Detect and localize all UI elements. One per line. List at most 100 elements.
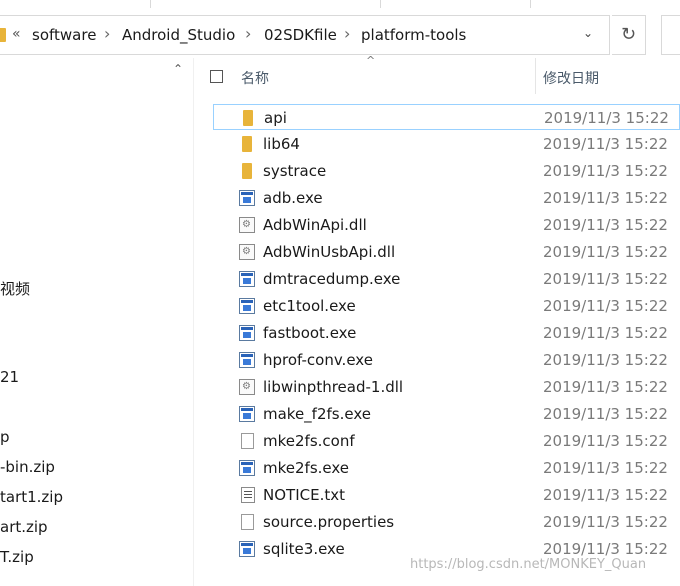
exe-icon xyxy=(239,271,255,287)
breadcrumb-overflow-button[interactable]: « xyxy=(12,26,21,42)
file-name: source.properties xyxy=(263,513,395,531)
file-row[interactable]: mke2fs.exe 2019/11/3 15:22 xyxy=(213,455,680,481)
scroll-up-icon[interactable]: ⌃ xyxy=(173,62,183,76)
folder-icon xyxy=(242,163,252,179)
file-date-modified: 2019/11/3 15:22 xyxy=(543,432,668,450)
address-bar[interactable]: « software › Android_Studio › 02SDKfile … xyxy=(0,15,610,55)
navigation-pane[interactable]: ⌃ 视频 21 p -bin.zip tart1.zip art.zip T.z… xyxy=(0,58,193,586)
file-name: etc1tool.exe xyxy=(263,297,356,315)
file-row[interactable]: adb.exe 2019/11/3 15:22 xyxy=(213,185,680,211)
file-date-modified: 2019/11/3 15:22 xyxy=(543,243,668,261)
file-icon xyxy=(241,433,254,449)
file-row[interactable]: libwinpthread-1.dll 2019/11/3 15:22 xyxy=(213,374,680,400)
column-resize-handle[interactable] xyxy=(535,58,536,94)
file-date-modified: 2019/11/3 15:22 xyxy=(543,486,668,504)
file-row[interactable]: systrace 2019/11/3 15:22 xyxy=(213,158,680,184)
file-name: libwinpthread-1.dll xyxy=(263,378,404,396)
exe-icon xyxy=(239,325,255,341)
file-date-modified: 2019/11/3 15:22 xyxy=(543,405,668,423)
file-row[interactable]: hprof-conv.exe 2019/11/3 15:22 xyxy=(213,347,680,373)
exe-icon xyxy=(239,541,255,557)
file-date-modified: 2019/11/3 15:22 xyxy=(543,297,668,315)
file-date-modified: 2019/11/3 15:22 xyxy=(543,135,668,153)
file-row[interactable]: lib64 2019/11/3 15:22 xyxy=(213,131,680,157)
chevron-down-icon[interactable]: ⌄ xyxy=(583,26,593,40)
exe-icon xyxy=(239,460,255,476)
nav-item[interactable]: 21 xyxy=(0,368,19,386)
folder-icon xyxy=(0,28,6,42)
search-input[interactable] xyxy=(661,15,680,55)
file-date-modified: 2019/11/3 15:22 xyxy=(543,459,668,477)
file-name: make_f2fs.exe xyxy=(263,405,371,423)
file-date-modified: 2019/11/3 15:22 xyxy=(543,324,668,342)
file-row[interactable]: fastboot.exe 2019/11/3 15:22 xyxy=(213,320,680,346)
file-date-modified: 2019/11/3 15:22 xyxy=(543,162,668,180)
file-row[interactable]: api 2019/11/3 15:22 xyxy=(213,104,680,130)
file-row[interactable]: NOTICE.txt 2019/11/3 15:22 xyxy=(213,482,680,508)
ribbon-divider xyxy=(380,0,381,8)
dll-icon xyxy=(239,244,255,260)
file-name: NOTICE.txt xyxy=(263,486,345,504)
sort-ascending-icon: ^ xyxy=(366,54,376,67)
breadcrumb-item-android-studio[interactable]: Android_Studio xyxy=(122,26,235,44)
column-header-date-modified[interactable]: 修改日期 xyxy=(543,68,599,88)
chevron-right-icon[interactable]: › xyxy=(245,24,251,43)
file-name: mke2fs.conf xyxy=(263,432,355,450)
ribbon-divider xyxy=(530,0,531,8)
file-icon xyxy=(241,514,254,530)
pane-divider[interactable] xyxy=(193,58,194,586)
file-row[interactable]: dmtracedump.exe 2019/11/3 15:22 xyxy=(213,266,680,292)
file-date-modified: 2019/11/3 15:22 xyxy=(543,351,668,369)
file-row[interactable]: make_f2fs.exe 2019/11/3 15:22 xyxy=(213,401,680,427)
file-date-modified: 2019/11/3 15:22 xyxy=(543,189,668,207)
dll-icon xyxy=(239,379,255,395)
dll-icon xyxy=(239,217,255,233)
file-date-modified: 2019/11/3 15:22 xyxy=(543,216,668,234)
breadcrumb-item-02sdkfile[interactable]: 02SDKfile xyxy=(264,26,337,44)
watermark: https://blog.csdn.net/MONKEY_Quan xyxy=(410,557,647,572)
file-date-modified: 2019/11/3 15:22 xyxy=(543,540,668,558)
file-row[interactable]: source.properties 2019/11/3 15:22 xyxy=(213,509,680,535)
file-name: api xyxy=(264,109,287,127)
file-name: fastboot.exe xyxy=(263,324,357,342)
file-date-modified: 2019/11/3 15:22 xyxy=(543,378,668,396)
file-date-modified: 2019/11/3 15:22 xyxy=(543,270,668,288)
ribbon-strip xyxy=(0,0,680,8)
chevron-right-icon[interactable]: › xyxy=(104,24,110,43)
file-name: systrace xyxy=(263,162,327,180)
file-row[interactable]: etc1tool.exe 2019/11/3 15:22 xyxy=(213,293,680,319)
chevron-right-icon[interactable]: › xyxy=(344,24,350,43)
file-name: sqlite3.exe xyxy=(263,540,345,558)
exe-icon xyxy=(239,190,255,206)
exe-icon xyxy=(239,352,255,368)
file-name: dmtracedump.exe xyxy=(263,270,401,288)
file-row[interactable]: AdbWinUsbApi.dll 2019/11/3 15:22 xyxy=(213,239,680,265)
file-row[interactable]: AdbWinApi.dll 2019/11/3 15:22 xyxy=(213,212,680,238)
file-date-modified: 2019/11/3 15:22 xyxy=(544,109,669,127)
text-file-icon xyxy=(241,487,255,503)
breadcrumb-item-platform-tools[interactable]: platform-tools xyxy=(361,26,466,44)
nav-item[interactable]: tart1.zip xyxy=(0,488,63,506)
file-row[interactable]: mke2fs.conf 2019/11/3 15:22 xyxy=(213,428,680,454)
file-name: lib64 xyxy=(263,135,300,153)
file-name: mke2fs.exe xyxy=(263,459,350,477)
file-name: hprof-conv.exe xyxy=(263,351,373,369)
nav-item[interactable]: p xyxy=(0,428,10,446)
file-name: adb.exe xyxy=(263,189,323,207)
exe-icon xyxy=(239,298,255,314)
column-header-name[interactable]: 名称 xyxy=(241,68,269,88)
file-name: AdbWinApi.dll xyxy=(263,216,367,234)
breadcrumb-item-software[interactable]: software xyxy=(32,26,96,44)
folder-icon xyxy=(243,110,253,126)
file-name: AdbWinUsbApi.dll xyxy=(263,243,396,261)
file-date-modified: 2019/11/3 15:22 xyxy=(543,513,668,531)
select-all-checkbox[interactable] xyxy=(210,70,223,83)
exe-icon xyxy=(239,406,255,422)
refresh-button[interactable]: ↻ xyxy=(612,15,646,55)
nav-item[interactable]: T.zip xyxy=(0,548,34,566)
column-header-row: 名称 ^ 修改日期 xyxy=(194,54,680,98)
nav-item-videos[interactable]: 视频 xyxy=(0,278,30,299)
nav-item[interactable]: -bin.zip xyxy=(0,458,55,476)
folder-icon xyxy=(242,136,252,152)
nav-item[interactable]: art.zip xyxy=(0,518,48,536)
